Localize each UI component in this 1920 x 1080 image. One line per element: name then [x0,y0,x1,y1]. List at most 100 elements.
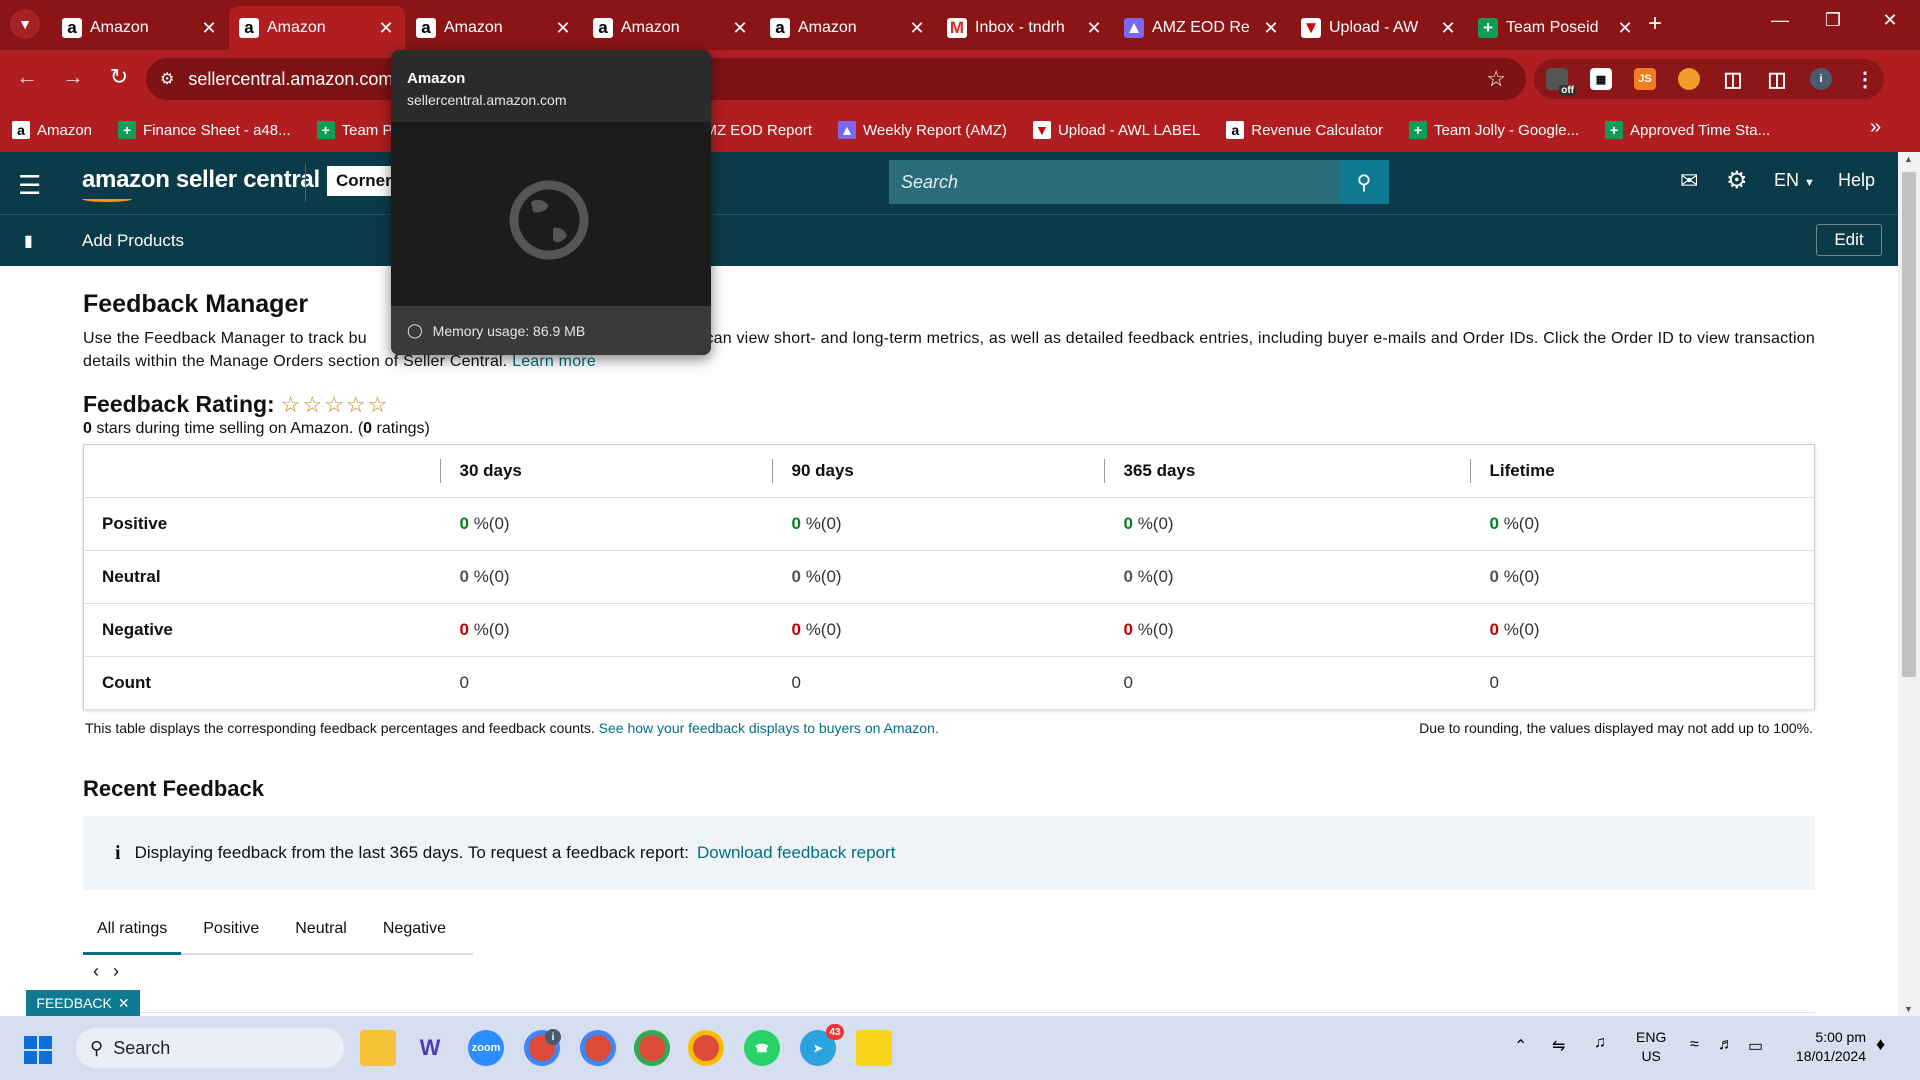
learn-more-link[interactable]: Learn more [512,353,596,370]
close-tab-icon[interactable]: ✕ [1439,18,1457,39]
circle-extension-icon[interactable] [1678,68,1700,90]
browser-tab[interactable]: + Team Poseid ✕ [1468,6,1644,50]
cell-value: 0 [791,620,801,639]
browser-tab[interactable]: ▲ AMZ EOD Re ✕ [1114,6,1290,50]
mail-icon[interactable]: ✉ [1680,168,1698,194]
browser-tab[interactable]: a Amazon ✕ [52,6,228,50]
chrome-icon[interactable]: i [524,1029,561,1066]
zoom-icon[interactable]: zoom [468,1030,504,1066]
chevron-up-icon[interactable]: ⌃ [1514,1036,1527,1056]
filter-tab[interactable]: Positive [189,908,273,953]
tab-search-button[interactable]: ▼ [10,9,40,39]
close-tab-icon[interactable]: ✕ [200,18,218,39]
omnibox[interactable]: ⚙ sellercentral.amazon.com ☆ [146,58,1526,100]
browser-tab[interactable]: a Amazon ✕ [760,6,936,50]
chevron-left-icon[interactable]: ‹ [93,961,113,981]
close-tab-icon[interactable]: ✕ [1616,18,1634,39]
js-extension-icon[interactable]: JS [1634,68,1656,90]
table-cell: 0 [1469,656,1815,710]
filter-tab[interactable]: Neutral [281,908,361,953]
bookmark-item[interactable]: a Amazon [12,121,92,139]
filter-tab[interactable]: Negative [369,908,460,953]
close-tab-icon[interactable]: ✕ [377,18,395,39]
bookmark-icon[interactable]: ▮ [24,231,33,251]
scroll-up-icon[interactable]: ▲ [1904,154,1913,164]
telegram-icon[interactable]: ➤ 43 [800,1024,844,1066]
bookmark-item[interactable]: ▼ Upload - AWL LABEL [1032,121,1200,139]
restore-button[interactable]: ❐ [1813,10,1853,31]
row-label: Neutral [83,550,440,604]
close-icon[interactable]: ✕ [118,995,130,1012]
clock[interactable]: 5:00 pm 18/01/2024 [1786,1028,1866,1066]
sheets-icon: + [1605,121,1624,139]
menu-kebab-icon[interactable]: ⋮ [1854,68,1876,91]
help-link[interactable]: Help [1838,170,1875,191]
amazon-smile-icon [82,196,132,202]
side-panel-icon[interactable]: ◫ [1766,68,1788,91]
chrome-icon[interactable] [580,1030,616,1066]
profile-avatar[interactable]: i [1810,68,1832,90]
whatsapp-icon[interactable]: ☎ [744,1030,780,1066]
amazon-seller-central-logo[interactable]: amazon seller central [82,166,320,194]
browser-tab[interactable]: a Amazon ✕ [406,6,582,50]
tray-app-icon[interactable]: ⇋ [1552,1036,1565,1056]
browser-tab[interactable]: ▼ Upload - AW ✕ [1291,6,1467,50]
bookmark-item[interactable]: ▲ Weekly Report (AMZ) [838,121,1007,139]
close-tab-icon[interactable]: ✕ [1085,18,1103,39]
sticky-notes-icon[interactable] [856,1030,892,1066]
close-tab-icon[interactable]: ✕ [908,18,926,39]
site-info-icon[interactable]: ⚙ [160,69,174,89]
taskbar-search[interactable]: ⚲ Search [76,1028,344,1068]
qr-code-icon[interactable]: ▦ [1590,68,1612,90]
scrollbar-thumb[interactable] [1902,172,1916,677]
close-tab-icon[interactable]: ✕ [1262,18,1280,39]
browser-tab[interactable]: a Amazon ✕ [229,6,405,50]
new-tab-button[interactable]: + [1648,10,1662,38]
chrome-icon[interactable] [634,1030,670,1066]
minimize-button[interactable]: — [1760,10,1800,31]
input-language[interactable]: ENG US [1636,1028,1666,1066]
feedback-button[interactable]: FEEDBACK ✕ [26,990,140,1016]
windows-start-icon[interactable] [24,1036,52,1064]
bookmark-item[interactable]: + Team P [316,121,392,139]
hamburger-menu-icon[interactable]: ☰ [18,170,41,201]
search-input[interactable]: Search [889,160,1339,204]
bookmark-item[interactable]: MZ EOD Report [704,122,812,139]
battery-icon[interactable]: ▭ [1748,1036,1763,1056]
search-button[interactable]: ⚲ [1339,160,1389,204]
microphone-icon[interactable]: ♫ [1594,1034,1606,1052]
chrome-icon[interactable] [688,1030,724,1066]
close-tab-icon[interactable]: ✕ [731,18,749,39]
download-report-link[interactable]: Download feedback report [697,843,895,863]
bookmark-item[interactable]: + Approved Time Sta... [1605,121,1770,139]
bookmark-star-icon[interactable]: ☆ [1486,66,1506,92]
bookmark-item[interactable]: + Finance Sheet - a48... [118,121,291,139]
close-window-button[interactable]: ✕ [1870,10,1910,31]
gear-icon[interactable]: ⚙ [1726,166,1748,195]
bookmark-item[interactable]: a Revenue Calculator [1226,121,1383,139]
volume-icon[interactable]: ♬ [1718,1036,1734,1054]
reload-button[interactable]: ↻ [104,64,134,90]
close-tab-icon[interactable]: ✕ [554,18,572,39]
notification-bell-icon[interactable]: ♦ [1876,1034,1885,1055]
file-explorer-icon[interactable] [360,1030,396,1066]
bookmarks-overflow-icon[interactable]: » [1870,116,1881,139]
ext-off-icon[interactable]: off [1546,68,1576,96]
wifi-icon[interactable]: ≈ [1690,1036,1699,1054]
puzzle-icon[interactable]: ◫ [1722,68,1744,91]
filter-tab[interactable]: All ratings [83,908,182,955]
bookmark-item[interactable]: + Team Jolly - Google... [1408,121,1579,139]
chevron-right-icon[interactable]: › [113,961,133,981]
browser-tab[interactable]: M Inbox - tndrh ✕ [937,6,1113,50]
scroll-down-icon[interactable]: ▼ [1904,1004,1913,1014]
add-products-link[interactable]: Add Products [82,231,184,251]
page-scrollbar[interactable]: ▲ ▼ [1898,152,1920,1016]
forward-button[interactable]: → [58,64,88,90]
edit-button[interactable]: Edit [1816,224,1882,256]
cell-text: %(0) [1132,514,1174,533]
browser-tab[interactable]: a Amazon ✕ [583,6,759,50]
winamp-icon[interactable]: W [412,1030,448,1066]
language-selector[interactable]: EN ▼ [1774,170,1815,191]
feedback-display-link[interactable]: See how your feedback displays to buyers… [599,720,939,736]
back-button[interactable]: ← [12,64,42,90]
